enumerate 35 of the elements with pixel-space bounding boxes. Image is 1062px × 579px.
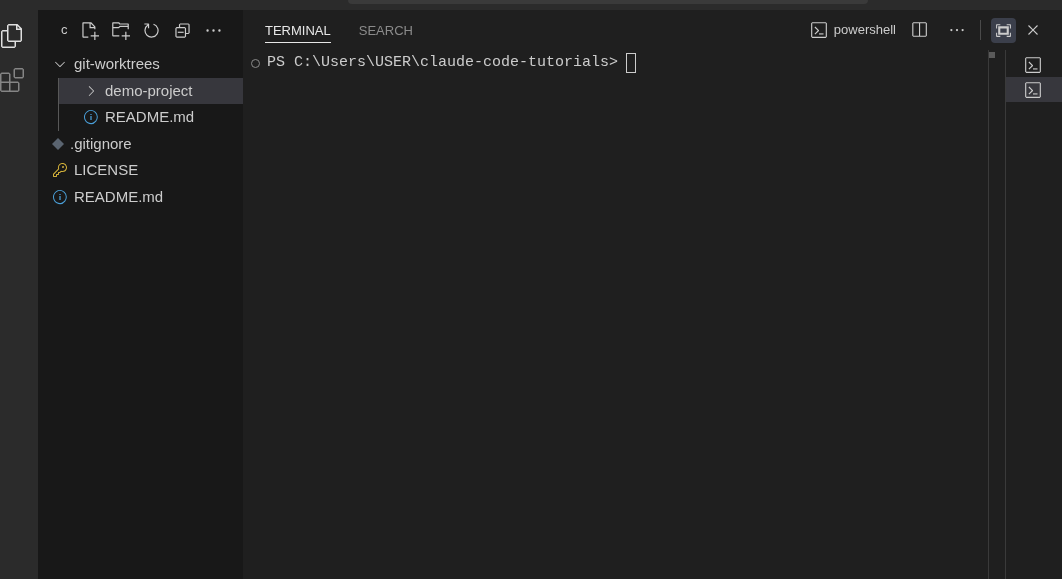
tree-item[interactable]: git-worktrees — [38, 51, 243, 78]
extensions-icon[interactable] — [0, 66, 24, 94]
cursor — [626, 53, 637, 73]
tree-item[interactable]: demo-project — [59, 77, 243, 104]
tree-item[interactable]: LICENSE — [38, 157, 243, 184]
file-name: .gitignore — [70, 133, 132, 154]
panel-tab[interactable]: TERMINAL — [265, 17, 331, 43]
files-icon[interactable] — [0, 22, 24, 50]
info-icon — [83, 109, 99, 126]
panel-tab[interactable]: SEARCH — [358, 17, 413, 43]
diamond-icon — [52, 137, 64, 150]
collapse-all-icon[interactable] — [172, 20, 192, 40]
info-icon — [52, 188, 68, 205]
terminal-prompt: PS C:\Users\USER\claude-code-tutorials> — [267, 52, 619, 73]
maximize-button[interactable] — [991, 17, 1016, 43]
terminal-icon — [809, 21, 828, 39]
file-name: README.md — [74, 186, 164, 207]
file-name: git-worktrees — [74, 54, 160, 74]
tree-item[interactable]: README.md — [59, 104, 243, 131]
shell-name[interactable]: powershell — [833, 20, 896, 40]
file-name: README.md — [105, 107, 195, 127]
tree-item[interactable]: .gitignore — [38, 130, 243, 157]
terminal-icon — [1024, 80, 1042, 99]
terminal-list-item[interactable] — [1006, 77, 1062, 102]
terminal-icon — [1024, 55, 1042, 74]
sidebar-title: c — [61, 21, 68, 40]
refresh-icon[interactable] — [141, 20, 161, 40]
key-icon — [52, 162, 68, 179]
maximize-icon — [995, 21, 1012, 39]
new-folder-icon[interactable] — [110, 20, 130, 40]
tree-item[interactable]: README.md — [38, 183, 243, 210]
file-name: demo-project — [105, 80, 193, 101]
file-name: LICENSE — [74, 160, 139, 180]
new-file-icon[interactable] — [79, 20, 99, 40]
split-icon[interactable] — [910, 21, 928, 39]
